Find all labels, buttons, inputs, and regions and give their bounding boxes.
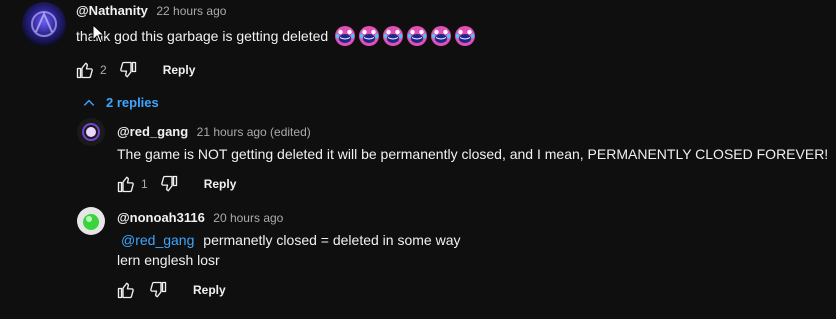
reply-text-line-2: lern englesh losr bbox=[117, 252, 220, 268]
screaming-laughing-emoji-icon bbox=[335, 26, 356, 46]
dislike-button[interactable] bbox=[117, 59, 139, 81]
avatar[interactable] bbox=[77, 118, 105, 146]
screaming-laughing-emoji-icon bbox=[359, 26, 380, 46]
comment-text-row: thank god this garbage is getting delete… bbox=[76, 25, 476, 47]
like-button[interactable] bbox=[74, 59, 96, 81]
reply-actions: Reply bbox=[115, 279, 226, 301]
reply-author[interactable]: @red_gang bbox=[117, 124, 188, 139]
thumbs-up-icon bbox=[117, 176, 134, 193]
like-count: 2 bbox=[100, 63, 107, 77]
reply-header: @red_gang 21 hours ago (edited) bbox=[117, 123, 311, 141]
comment-time[interactable]: 22 hours ago bbox=[156, 4, 226, 18]
mention-link[interactable]: @red_gang bbox=[121, 232, 194, 248]
reply-button[interactable]: Reply bbox=[204, 177, 237, 191]
comment-thread: @Nathanity 22 hours ago thank god this g… bbox=[0, 0, 836, 319]
dislike-button[interactable] bbox=[147, 279, 169, 301]
like-button[interactable] bbox=[115, 173, 137, 195]
reply-actions: 1 Reply bbox=[115, 173, 236, 195]
reply-text: The game is NOT getting deleted it will … bbox=[117, 146, 829, 162]
replies-count: 2 replies bbox=[106, 95, 159, 110]
dislike-button[interactable] bbox=[158, 173, 180, 195]
reply-button[interactable]: Reply bbox=[163, 63, 196, 77]
reply-time[interactable]: 20 hours ago bbox=[213, 211, 283, 225]
thumbs-down-icon bbox=[119, 61, 136, 78]
thumbs-up-icon bbox=[76, 62, 93, 79]
avatar[interactable] bbox=[22, 2, 66, 46]
avatar[interactable] bbox=[77, 207, 105, 235]
reply-button[interactable]: Reply bbox=[193, 283, 226, 297]
reply-author[interactable]: @nonoah3116 bbox=[117, 210, 205, 225]
avatar-art-icon bbox=[83, 214, 99, 230]
screaming-laughing-emoji-icon bbox=[455, 26, 476, 46]
avatar-art-icon bbox=[31, 11, 57, 37]
comment-text: thank god this garbage is getting delete… bbox=[76, 28, 329, 44]
avatar-art-icon bbox=[82, 123, 100, 141]
thumbs-down-icon bbox=[160, 175, 177, 192]
reply-text: permanetly closed = deleted in some way bbox=[203, 232, 461, 248]
reply-time[interactable]: 21 hours ago (edited) bbox=[197, 125, 311, 139]
like-count: 1 bbox=[141, 177, 148, 191]
comment-header: @Nathanity 22 hours ago bbox=[76, 2, 226, 20]
screaming-laughing-emoji-icon bbox=[407, 26, 428, 46]
comment-actions: 2 Reply bbox=[74, 59, 195, 81]
reply-text-line-1: @red_gang permanetly closed = deleted in… bbox=[121, 230, 460, 250]
thumbs-down-icon bbox=[150, 281, 167, 298]
like-button[interactable] bbox=[115, 279, 137, 301]
thumbs-up-icon bbox=[117, 282, 134, 299]
mouse-cursor-icon bbox=[92, 24, 106, 44]
emoji-row bbox=[332, 25, 476, 47]
chevron-up-icon bbox=[83, 99, 95, 106]
reply-header: @nonoah3116 20 hours ago bbox=[117, 209, 283, 227]
screaming-laughing-emoji-icon bbox=[431, 26, 452, 46]
screaming-laughing-emoji-icon bbox=[383, 26, 404, 46]
replies-toggle-button[interactable]: 2 replies bbox=[82, 95, 159, 110]
comment-author[interactable]: @Nathanity bbox=[76, 3, 148, 18]
